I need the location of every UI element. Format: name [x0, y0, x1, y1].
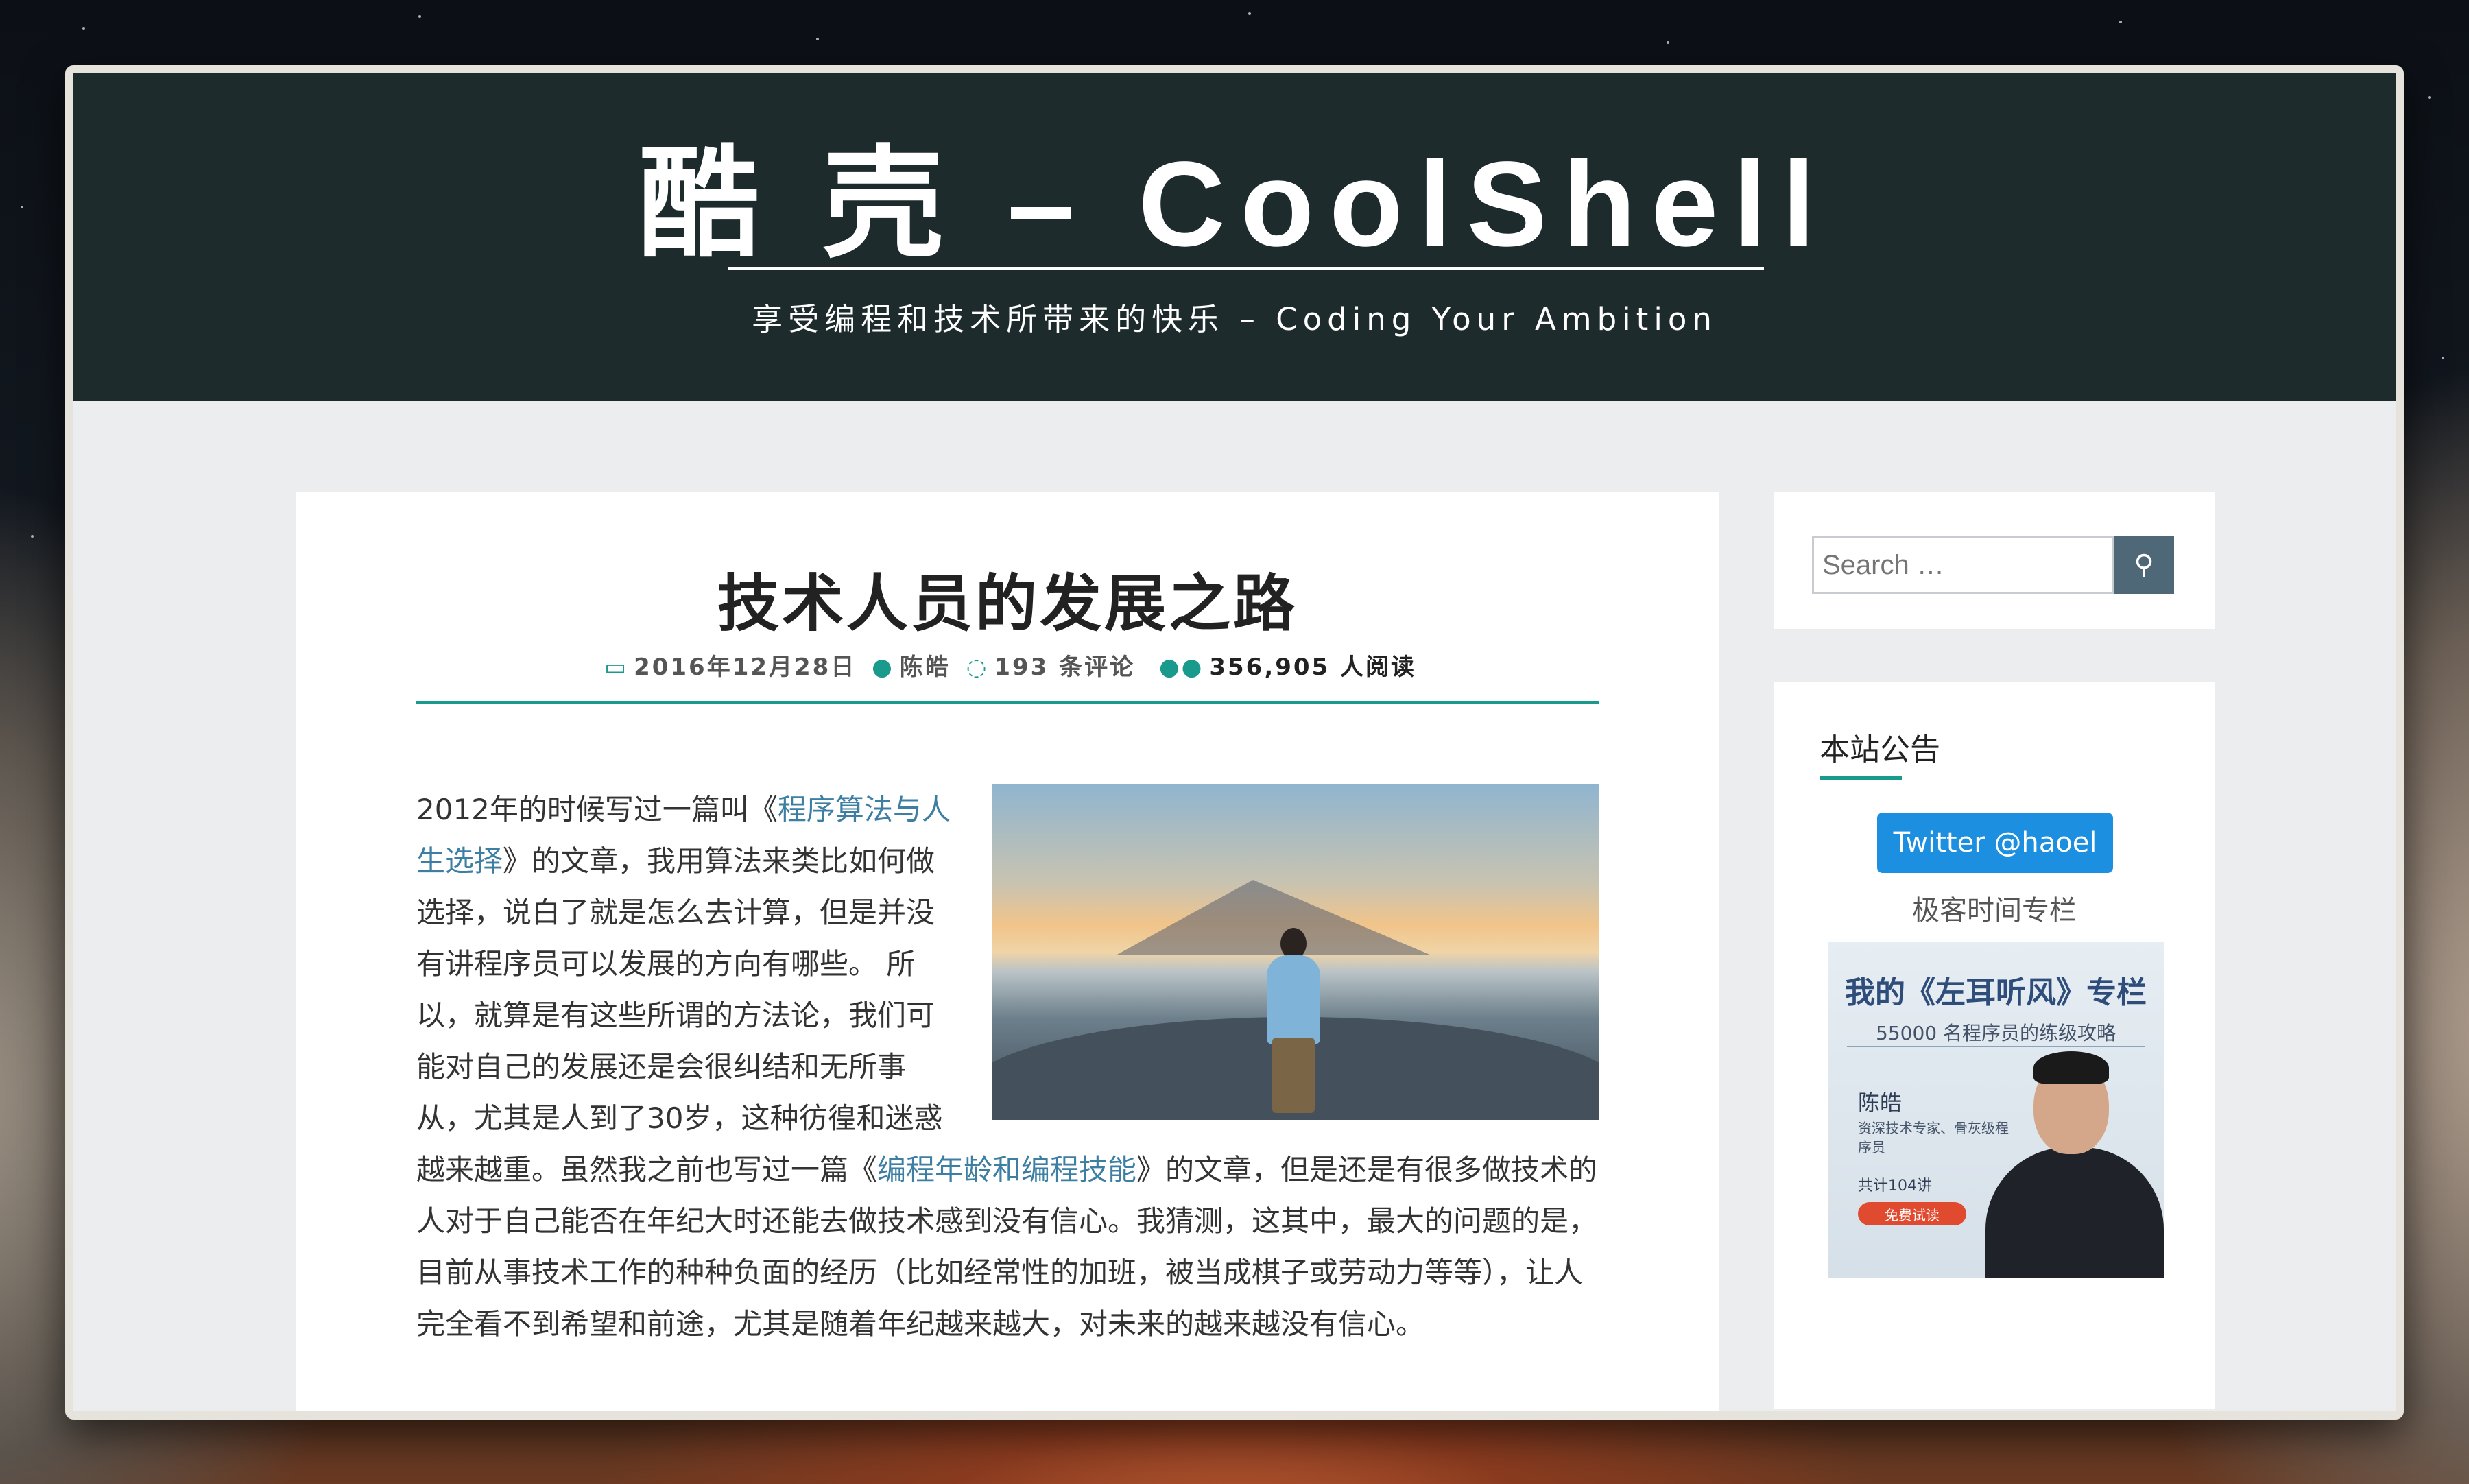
post-comments[interactable]: 193 条评论 — [994, 654, 1135, 681]
comments-icon: ◌ — [966, 654, 989, 681]
post-date[interactable]: 2016年12月28日 — [634, 654, 856, 681]
person-legs — [1272, 1038, 1315, 1113]
promo-person-body — [1985, 1147, 2164, 1278]
post-author[interactable]: 陈皓 — [900, 654, 951, 681]
search-icon: ⚲ — [2134, 550, 2154, 580]
meta-divider — [416, 701, 1599, 704]
post-title[interactable]: 技术人员的发展之路 — [296, 553, 1719, 643]
site-tagline: 享受编程和技术所带来的快乐 – Coding Your Ambition — [752, 301, 1717, 337]
post-body: 2012年的时候写过一篇叫《程序算法与人生选择》的文章，我用算法来类比如何做选择… — [416, 784, 1599, 1350]
post-hero-image — [992, 784, 1599, 1120]
calendar-icon: ▭ — [604, 654, 629, 681]
person-body — [1267, 955, 1320, 1044]
twitter-button[interactable]: Twitter @haoel — [1877, 813, 2113, 873]
promo-author-desc: 资深技术专家、骨灰级程序员 — [1858, 1120, 2009, 1156]
search-widget: ⚲ — [1774, 492, 2215, 629]
paragraph-text: 》的文章，我用算法来类比如何做选择，说白了就是怎么去计算，但是并没有讲程序员可以… — [416, 844, 943, 1186]
promo-trial-button[interactable]: 免费试读 — [1858, 1202, 1966, 1225]
promo-banner[interactable]: 我的《左耳听风》专栏 55000 名程序员的练级攻略 陈皓 资深技术专家、骨灰级… — [1828, 942, 2164, 1278]
notice-title: 本站公告 — [1820, 732, 1940, 767]
title-divider — [728, 267, 1764, 270]
browser-window: 酷 壳 – CoolShell 享受编程和技术所带来的快乐 – Coding Y… — [65, 65, 2404, 1420]
promo-title: 我的《左耳听风》专栏 — [1845, 975, 2147, 1010]
users-icon: ●● — [1159, 654, 1204, 681]
promo-divider — [1847, 1046, 2145, 1047]
post-card: 技术人员的发展之路 ▭ 2016年12月28日 ● 陈皓 ◌ 193 条评论 ●● 35… — [296, 492, 1719, 1411]
promo-subtitle: 55000 名程序员的练级攻略 — [1876, 1022, 2116, 1044]
notice-divider — [1820, 776, 1902, 780]
site-header: 酷 壳 – CoolShell 享受编程和技术所带来的快乐 – Coding Y… — [73, 73, 2396, 401]
column-label: 极客时间专栏 — [1912, 895, 2077, 926]
paragraph-text: 2012年的时候写过一篇叫《 — [416, 793, 778, 826]
site-title[interactable]: 酷 壳 – CoolShell — [73, 138, 2396, 272]
search-button[interactable]: ⚲ — [2114, 536, 2174, 594]
post-reads: 356,905 人阅读 — [1209, 654, 1417, 681]
link-programming-age-skills[interactable]: 编程年龄和编程技能 — [877, 1153, 1136, 1186]
mountain-shape — [1116, 880, 1431, 955]
promo-lesson-count: 共计104讲 — [1858, 1177, 1932, 1195]
promo-author-name: 陈皓 — [1858, 1090, 1903, 1116]
post-meta: ▭ 2016年12月28日 ● 陈皓 ◌ 193 条评论 ●● 356,905 人阅读 — [296, 648, 1719, 682]
promo-person-hair — [2033, 1051, 2109, 1084]
user-icon: ● — [872, 654, 894, 681]
search-input[interactable] — [1812, 536, 2114, 594]
notice-widget: 本站公告 Twitter @haoel 极客时间专栏 我的《左耳听风》专栏 55… — [1774, 682, 2215, 1409]
